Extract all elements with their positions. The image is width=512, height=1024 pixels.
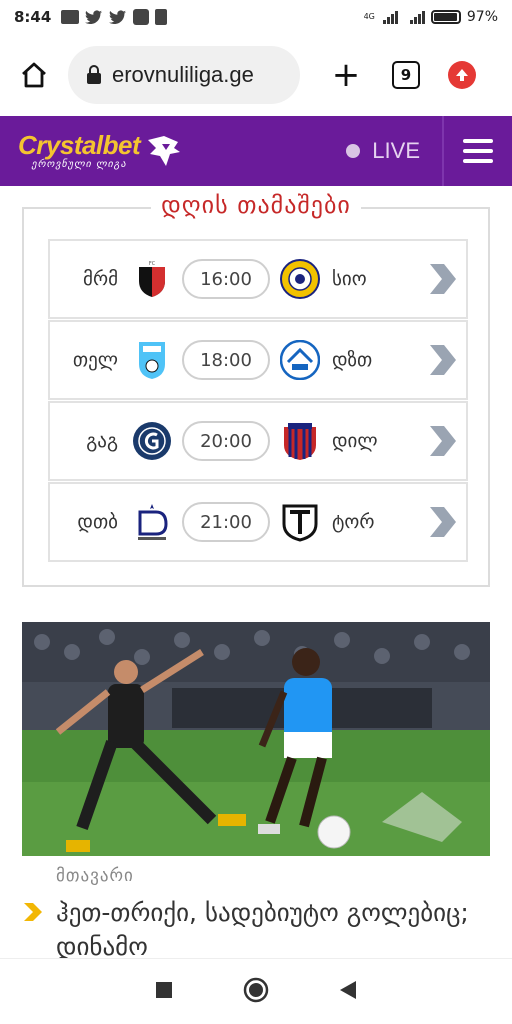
todays-games-title: დღის თამაშები xyxy=(151,191,361,219)
site-logo[interactable]: Crystalbet ეროვნული ლიგა xyxy=(0,132,182,170)
system-status: 4G 97% xyxy=(364,9,498,25)
home-team-crest-icon xyxy=(132,340,172,380)
youtube-icon xyxy=(61,10,80,24)
browser-toolbar: erovnuliliga.ge + 9 xyxy=(0,34,512,116)
match-row[interactable]: დთბ 21:00 ტორ xyxy=(48,482,468,562)
arrow-up-icon xyxy=(456,69,468,81)
back-icon[interactable] xyxy=(339,980,357,1004)
away-team-abbr: დზთ xyxy=(332,349,373,371)
app-notification-icon xyxy=(133,9,150,25)
status-time: 8:44 xyxy=(14,8,52,26)
svg-text:FC: FC xyxy=(149,261,156,267)
status-bar: 8:44 4G 97% xyxy=(0,0,512,34)
article-category[interactable]: მთავარი xyxy=(56,866,134,886)
home-team-abbr: დთბ xyxy=(77,511,118,533)
match-time: 18:00 xyxy=(182,340,270,380)
hamburger-menu-button[interactable] xyxy=(442,116,512,186)
address-bar[interactable]: erovnuliliga.ge xyxy=(68,46,300,104)
home-team-abbr: თელ xyxy=(72,349,118,371)
match-row[interactable]: თელ 18:00 დზთ xyxy=(48,320,468,400)
away-team-abbr: ტორ xyxy=(332,511,375,533)
battery-icon xyxy=(430,10,461,24)
away-team-abbr: სიო xyxy=(332,268,367,290)
notification-icons xyxy=(61,9,168,25)
lion-icon xyxy=(148,136,181,166)
logo-main-text: Crystalbet xyxy=(18,130,141,160)
twitter-icon xyxy=(85,10,103,25)
signal-icon xyxy=(409,10,425,24)
home-team-crest-icon: FC xyxy=(132,259,172,299)
site-header: Crystalbet ეროვნული ლიგა LIVE xyxy=(0,116,512,186)
article-image[interactable] xyxy=(22,622,490,856)
lock-icon xyxy=(87,65,101,84)
away-team-abbr: დილ xyxy=(332,430,378,452)
system-nav-bar xyxy=(0,958,512,1024)
chevron-right-icon[interactable] xyxy=(426,424,460,458)
home-button[interactable] xyxy=(14,55,54,95)
menu-icon xyxy=(463,139,493,143)
match-time: 21:00 xyxy=(182,502,270,542)
url-text: erovnuliliga.ge xyxy=(112,62,254,87)
logo-sub-text: ეროვნული ლიგა xyxy=(31,159,127,170)
away-team-crest-icon xyxy=(280,421,320,461)
todays-games-panel: დღის თამაშები მრმ FC 16:00 სიო თელ 18:00… xyxy=(22,191,490,587)
home-team-abbr: მრმ xyxy=(83,268,118,290)
chevron-right-icon[interactable] xyxy=(426,505,460,539)
match-row[interactable]: გაგ 20:00 დილ xyxy=(48,401,468,481)
network-type: 4G xyxy=(363,12,375,21)
chevron-right-icon[interactable] xyxy=(426,343,460,377)
live-button[interactable]: LIVE xyxy=(346,138,442,164)
update-button[interactable] xyxy=(448,61,476,89)
live-dot-icon xyxy=(346,144,361,158)
live-label: LIVE xyxy=(372,138,420,163)
away-team-crest-icon xyxy=(280,502,320,542)
new-tab-button[interactable]: + xyxy=(326,55,366,95)
match-time: 20:00 xyxy=(182,421,270,461)
plus-icon: + xyxy=(331,55,361,95)
chevron-right-icon[interactable] xyxy=(426,262,460,296)
twitter-icon xyxy=(109,10,127,25)
home-icon xyxy=(22,62,46,88)
battery-percent: 97% xyxy=(466,9,498,25)
article-title[interactable]: ჰეთ-თრიქი, სადებიუტო გოლებიც; დინამო xyxy=(56,896,476,958)
home-icon[interactable] xyxy=(243,977,269,1007)
away-team-crest-icon xyxy=(280,259,320,299)
sim-icon xyxy=(155,9,168,25)
home-team-abbr: გაგ xyxy=(86,430,118,452)
signal-icon xyxy=(382,10,398,24)
match-row[interactable]: მრმ FC 16:00 სიო xyxy=(48,239,468,319)
recent-apps-icon[interactable] xyxy=(155,981,173,1003)
tab-switcher-button[interactable]: 9 xyxy=(392,61,420,89)
home-team-crest-icon xyxy=(132,502,172,542)
match-time: 16:00 xyxy=(182,259,270,299)
home-team-crest-icon xyxy=(132,421,172,461)
chevron-right-icon xyxy=(22,901,44,927)
away-team-crest-icon xyxy=(280,340,320,380)
